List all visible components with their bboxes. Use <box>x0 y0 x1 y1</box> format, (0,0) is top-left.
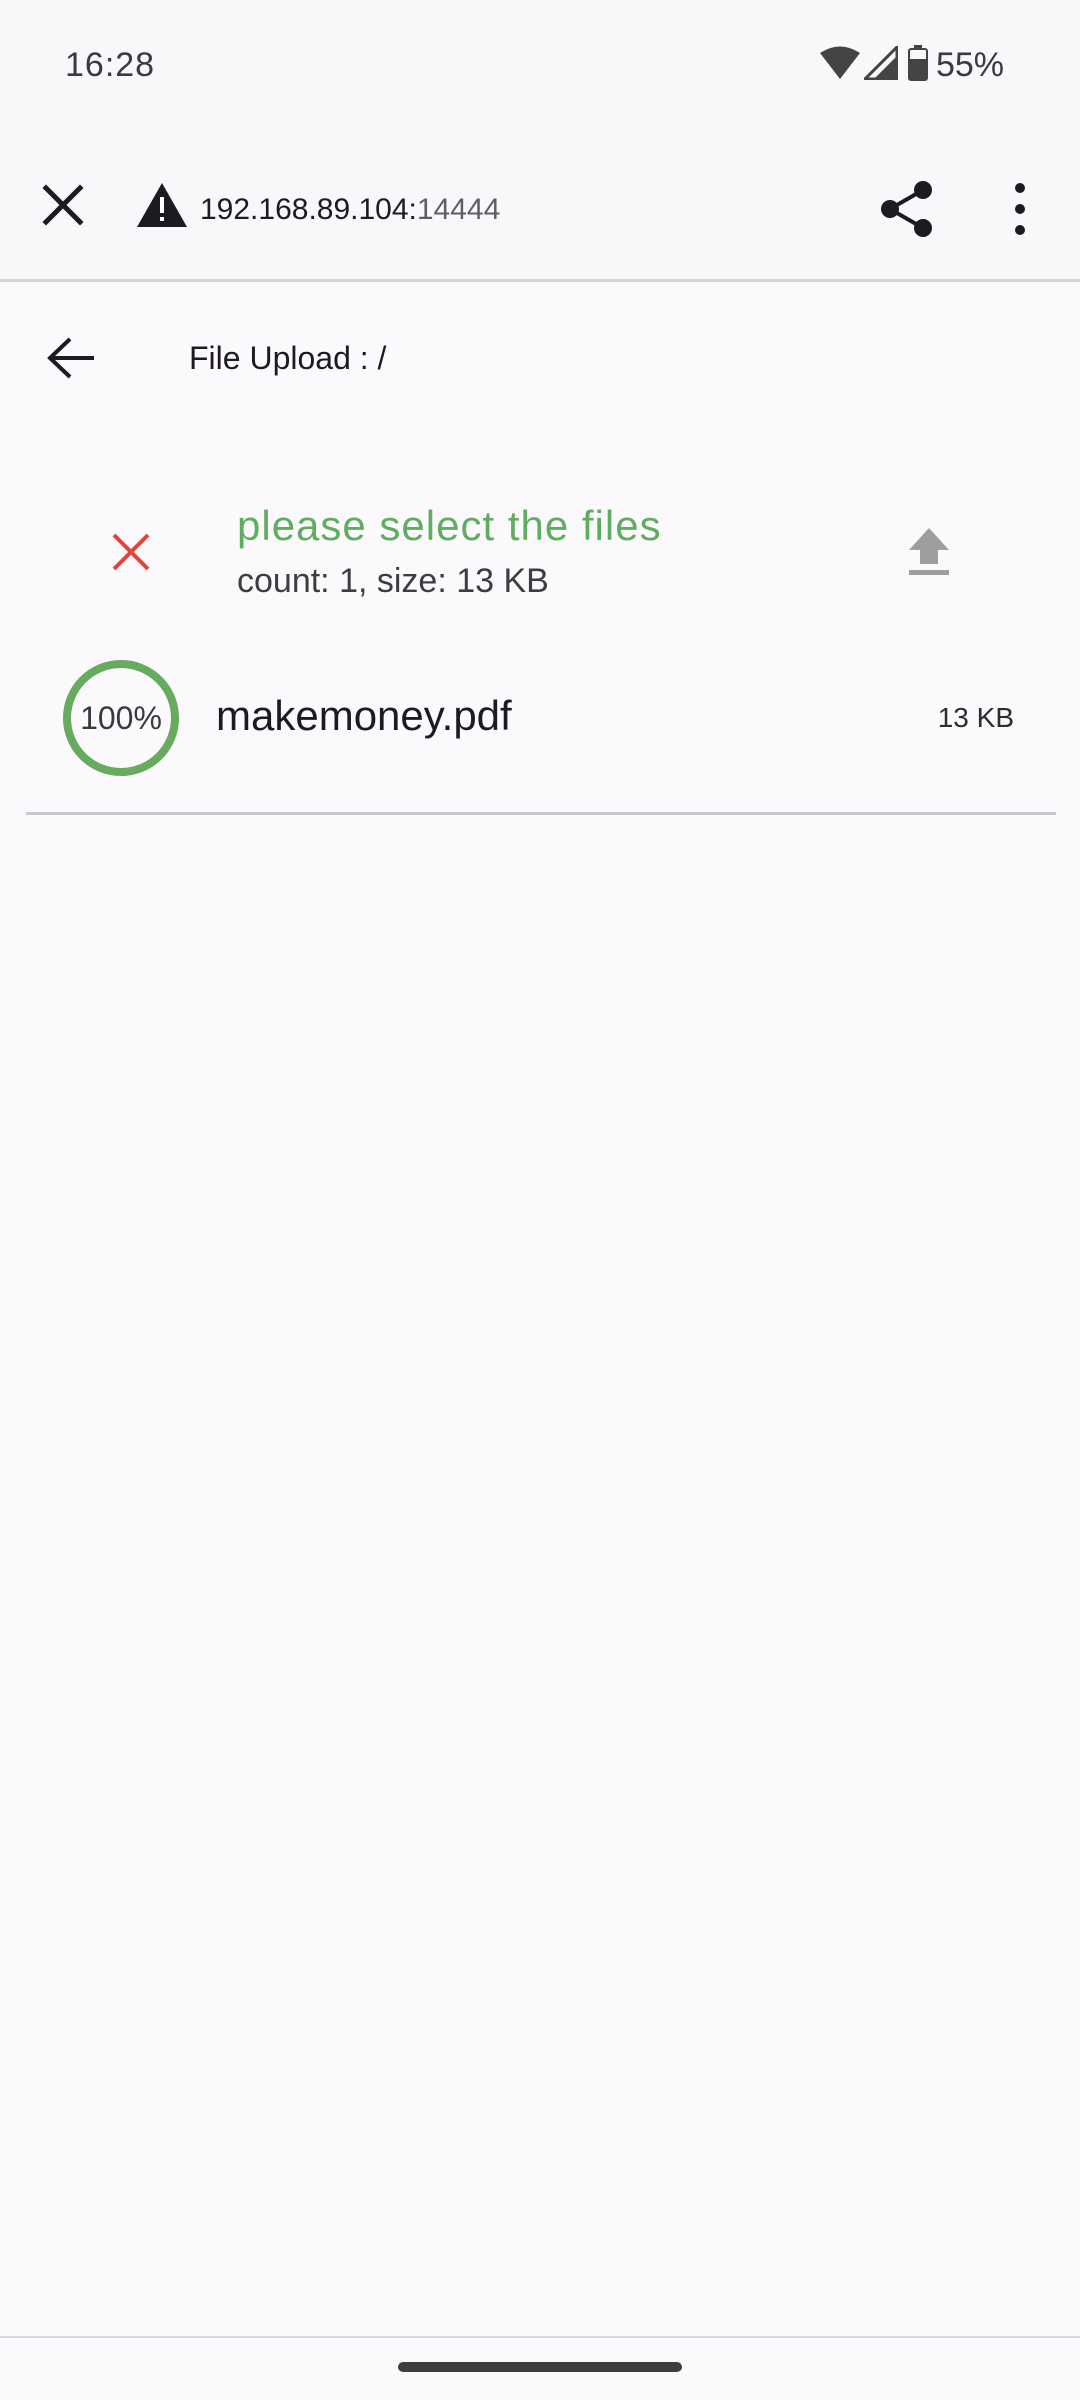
files-summary: count: 1, size: 13 KB <box>237 562 549 600</box>
url-host: 192.168.89.104: <box>200 193 417 226</box>
nav-divider <box>0 2336 1080 2338</box>
url-port: 14444 <box>416 193 501 226</box>
battery-icon <box>907 44 928 86</box>
share-icon[interactable] <box>878 180 936 238</box>
file-list-item[interactable]: 100% makemoney.pdf 13 KB <box>26 640 1056 815</box>
browser-toolbar: 192.168.89.104:14444 <box>0 130 1080 282</box>
warning-icon[interactable] <box>136 182 188 228</box>
more-vert-icon[interactable] <box>1000 180 1040 238</box>
app-header: File Upload : / <box>0 285 1080 425</box>
select-files-prompt[interactable]: please select the files <box>237 502 662 550</box>
page: 16:28 55% 192.168.89.104:14444 File Uplo… <box>0 0 1080 2400</box>
wifi-icon <box>819 46 860 85</box>
file-name: makemoney.pdf <box>216 692 512 739</box>
file-size: 13 KB <box>937 702 1014 733</box>
status-bar: 16:28 55% <box>0 0 1080 130</box>
progress-label: 100% <box>80 699 162 736</box>
signal-icon <box>861 42 899 85</box>
cancel-icon[interactable] <box>104 525 158 579</box>
battery-percent: 55% <box>935 45 1004 84</box>
page-title: File Upload : / <box>189 340 387 376</box>
upload-icon[interactable] <box>906 526 952 578</box>
back-arrow-icon[interactable] <box>44 333 104 383</box>
upload-summary: please select the files count: 1, size: … <box>0 470 1080 620</box>
close-icon[interactable] <box>38 180 88 230</box>
gesture-handle[interactable] <box>398 2362 682 2372</box>
url-display[interactable]: 192.168.89.104:14444 <box>200 193 500 227</box>
status-icons: 55% <box>819 42 1004 86</box>
status-time: 16:28 <box>65 46 156 84</box>
